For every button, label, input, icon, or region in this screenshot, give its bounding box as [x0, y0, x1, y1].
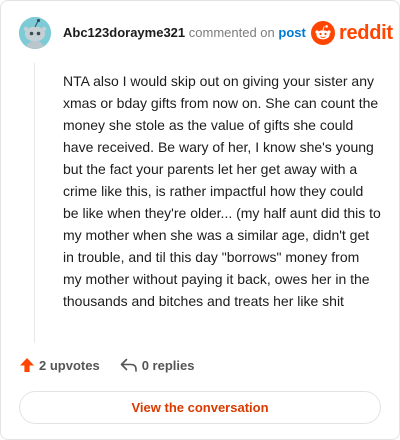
comment-embed-card: Abc123dorayme321 commented on post reddi…	[0, 0, 400, 440]
comment-header: Abc123dorayme321 commented on post	[63, 25, 306, 41]
action-text: commented on	[188, 25, 275, 40]
avatar[interactable]	[19, 17, 51, 49]
brand-wordmark: reddit	[339, 21, 393, 44]
comment-body: NTA also I would skip out on giving your…	[63, 73, 381, 309]
reply-label: 0 replies	[141, 357, 195, 373]
reddit-brand[interactable]: reddit	[311, 21, 393, 45]
reddit-alien-icon	[19, 17, 51, 49]
thread-line	[34, 63, 35, 343]
reply-icon	[120, 358, 137, 372]
upvote-arrow-icon	[20, 358, 34, 372]
upvote-count[interactable]: 2 upvotes	[19, 357, 100, 373]
view-conversation-button[interactable]: View the conversation	[19, 391, 381, 424]
post-link[interactable]: post	[278, 25, 305, 40]
reply-count[interactable]: 0 replies	[120, 357, 195, 373]
comment-actions: 2 upvotes 0 replies	[19, 357, 194, 373]
upvote-label: 2 upvotes	[39, 357, 100, 373]
reddit-logo-icon	[311, 21, 335, 45]
username[interactable]: Abc123dorayme321	[63, 25, 185, 40]
